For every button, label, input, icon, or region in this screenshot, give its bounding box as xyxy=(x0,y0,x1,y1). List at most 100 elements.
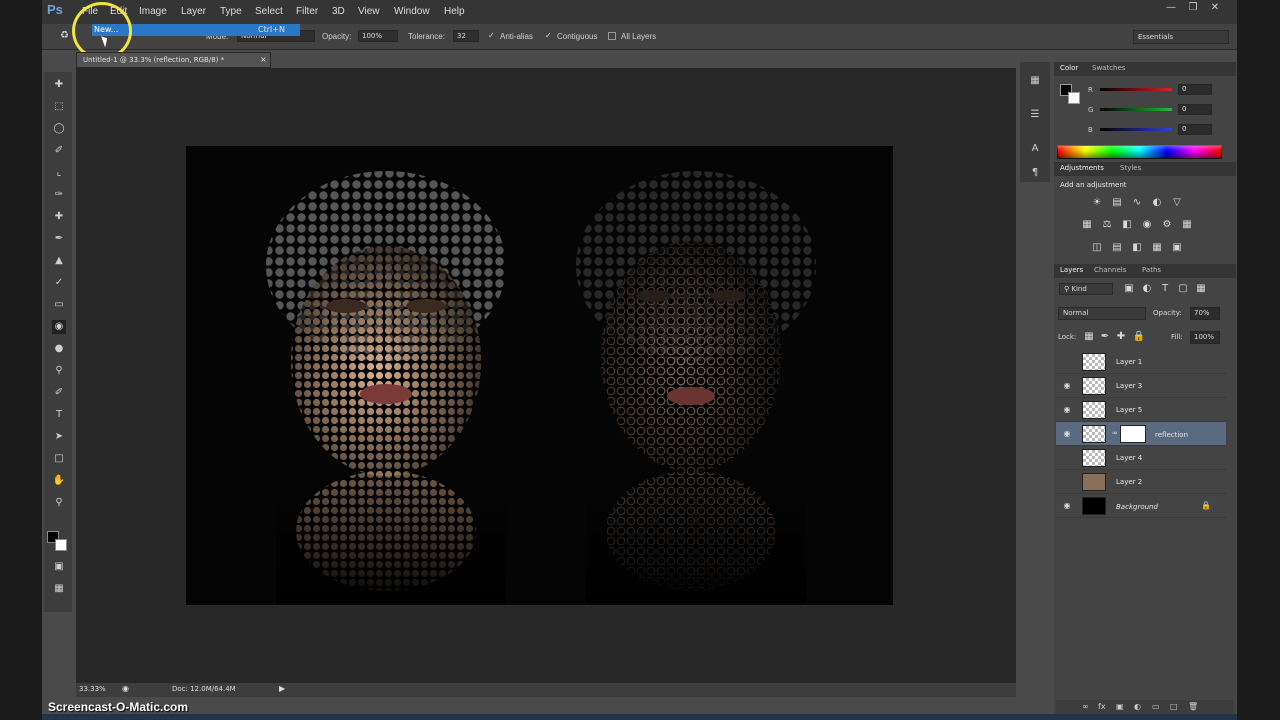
layer-name[interactable]: Layer 2 xyxy=(1116,478,1142,486)
b-channel-slider[interactable] xyxy=(1100,128,1172,131)
tab-channels[interactable]: Channels xyxy=(1094,266,1126,274)
antialias-checkbox[interactable]: ✓ xyxy=(488,32,496,40)
link-layers-icon[interactable]: ∞ xyxy=(1082,702,1089,711)
tab-adjustments[interactable]: Adjustments xyxy=(1060,164,1104,172)
eye-icon[interactable]: ◉ xyxy=(1062,429,1072,439)
exposure-adjustment-icon[interactable]: ◐ xyxy=(1150,197,1164,209)
blur-tool-icon[interactable]: ● xyxy=(52,342,66,356)
eraser-tool-icon[interactable]: ▭ xyxy=(52,298,66,312)
lock-transparency-icon[interactable]: ▦ xyxy=(1082,331,1096,343)
curves-adjustment-icon[interactable]: ∿ xyxy=(1130,197,1144,209)
menu-select[interactable]: Select xyxy=(255,6,283,17)
layer-filter-select[interactable]: ⚲ Kind xyxy=(1059,283,1113,295)
filter-shape-icon[interactable]: ▢ xyxy=(1176,283,1190,295)
tab-color[interactable]: Color xyxy=(1060,64,1078,72)
healing-brush-tool-icon[interactable]: ✚ xyxy=(52,210,66,224)
layer-opacity-field[interactable]: 70% xyxy=(1190,307,1220,320)
menu-help[interactable]: Help xyxy=(444,6,465,17)
menu-window[interactable]: Window xyxy=(394,6,430,17)
b-channel-value[interactable]: 0 xyxy=(1178,124,1212,135)
history-brush-tool-icon[interactable]: ✓ xyxy=(52,276,66,290)
brush-tool-icon[interactable]: ✒ xyxy=(52,232,66,246)
character-panel-icon[interactable]: A xyxy=(1028,142,1042,156)
levels-adjustment-icon[interactable]: ▤ xyxy=(1110,197,1124,209)
all-layers-checkbox[interactable] xyxy=(608,32,616,40)
document-canvas[interactable] xyxy=(186,146,893,605)
new-adjustment-layer-icon[interactable]: ◐ xyxy=(1134,702,1141,711)
tolerance-field[interactable]: 32 xyxy=(453,30,479,42)
eye-icon[interactable]: ◉ xyxy=(1062,381,1072,391)
menu-filter[interactable]: Filter xyxy=(296,6,318,17)
menu-image[interactable]: Image xyxy=(139,6,167,17)
tab-swatches[interactable]: Swatches xyxy=(1092,64,1125,72)
color-balance-adjustment-icon[interactable]: ⚖ xyxy=(1100,219,1114,231)
vibrance-adjustment-icon[interactable]: ▽ xyxy=(1170,197,1184,209)
black-white-adjustment-icon[interactable]: ◧ xyxy=(1120,219,1134,231)
menu-type[interactable]: Type xyxy=(220,6,242,17)
zoom-tool-icon[interactable]: ⚲ xyxy=(52,496,66,510)
color-panel-background[interactable] xyxy=(1068,92,1080,104)
g-channel-value[interactable]: 0 xyxy=(1178,104,1212,115)
channel-mixer-adjustment-icon[interactable]: ⚙ xyxy=(1160,219,1174,231)
marquee-tool-icon[interactable]: ⬚ xyxy=(52,100,66,114)
rectangle-tool-icon[interactable]: □ xyxy=(52,452,66,466)
opacity-field[interactable]: 100% xyxy=(358,30,398,42)
layer-name[interactable]: Layer 1 xyxy=(1116,358,1142,366)
add-mask-icon[interactable]: ▣ xyxy=(1116,702,1124,711)
fill-field[interactable]: 100% xyxy=(1190,331,1220,344)
status-arrow-icon[interactable]: ▶ xyxy=(279,684,285,693)
type-tool-icon[interactable]: T xyxy=(52,408,66,422)
layer-name[interactable]: Layer 5 xyxy=(1116,406,1142,414)
r-channel-value[interactable]: 0 xyxy=(1178,84,1212,95)
dodge-tool-icon[interactable]: ⚲ xyxy=(52,364,66,378)
lock-position-icon[interactable]: ✚ xyxy=(1114,331,1128,343)
workspace-select[interactable]: Essentials xyxy=(1133,30,1229,44)
tab-layers[interactable]: Layers xyxy=(1060,266,1083,274)
photo-filter-adjustment-icon[interactable]: ◉ xyxy=(1140,219,1154,231)
quick-selection-tool-icon[interactable]: ✐ xyxy=(52,144,66,158)
pen-tool-icon[interactable]: ✐ xyxy=(52,386,66,400)
filter-smart-object-icon[interactable]: ▦ xyxy=(1194,283,1208,295)
hand-tool-icon[interactable]: ✋ xyxy=(52,474,66,488)
new-group-icon[interactable]: ▭ xyxy=(1152,702,1160,711)
layer-name[interactable]: reflection xyxy=(1155,431,1188,439)
lock-all-icon[interactable]: 🔒 xyxy=(1132,331,1146,343)
eye-icon[interactable]: ◉ xyxy=(1062,501,1072,511)
zoom-level[interactable]: 33.33% xyxy=(79,685,106,693)
tab-styles[interactable]: Styles xyxy=(1120,164,1141,172)
document-tab[interactable]: Untitled-1 @ 33.3% (reflection, RGB/8) * xyxy=(76,52,271,68)
brightness-adjustment-icon[interactable]: ☀ xyxy=(1090,197,1104,209)
g-channel-slider[interactable] xyxy=(1100,108,1172,111)
lasso-tool-icon[interactable]: ◯ xyxy=(52,122,66,136)
contiguous-checkbox[interactable]: ✓ xyxy=(545,32,553,40)
crop-tool-icon[interactable]: ⌞ xyxy=(52,166,66,180)
posterize-adjustment-icon[interactable]: ▤ xyxy=(1110,242,1124,254)
status-info-icon[interactable]: ◉ xyxy=(122,684,129,693)
filter-type-icon[interactable]: T xyxy=(1158,283,1172,295)
new-layer-icon[interactable]: □ xyxy=(1170,702,1178,711)
tab-paths[interactable]: Paths xyxy=(1142,266,1161,274)
filter-adjustment-icon[interactable]: ◐ xyxy=(1140,283,1154,295)
paint-bucket-tool-icon[interactable]: ◉ xyxy=(52,320,66,334)
filter-pixel-icon[interactable]: ▣ xyxy=(1122,283,1136,295)
layer-name[interactable]: Layer 3 xyxy=(1116,382,1142,390)
tab-close-icon[interactable]: × xyxy=(260,55,267,64)
path-selection-tool-icon[interactable]: ➤ xyxy=(52,430,66,444)
color-lookup-adjustment-icon[interactable]: ▦ xyxy=(1180,219,1194,231)
menu-view[interactable]: View xyxy=(358,6,380,17)
quick-mask-icon[interactable]: ▣ xyxy=(52,560,66,574)
eyedropper-tool-icon[interactable]: ✑ xyxy=(52,188,66,202)
move-tool-icon[interactable]: ✚ xyxy=(52,78,66,92)
history-panel-icon[interactable]: ▦ xyxy=(1028,74,1042,88)
selective-color-adjustment-icon[interactable]: ▣ xyxy=(1170,242,1184,254)
screen-mode-icon[interactable]: ▦ xyxy=(52,582,66,596)
lock-pixels-icon[interactable]: ✒ xyxy=(1098,331,1112,343)
visibility-toggle-empty[interactable] xyxy=(1062,453,1072,463)
restore-icon[interactable]: ❐ xyxy=(1184,2,1202,14)
mask-link-icon[interactable]: ∞ xyxy=(1112,429,1118,437)
layer-name[interactable]: Layer 4 xyxy=(1116,454,1142,462)
hue-saturation-adjustment-icon[interactable]: ▦ xyxy=(1080,219,1094,231)
menu-3d[interactable]: 3D xyxy=(332,6,345,17)
paragraph-panel-icon[interactable]: ¶ xyxy=(1028,166,1042,180)
background-color-swatch[interactable] xyxy=(55,539,67,551)
